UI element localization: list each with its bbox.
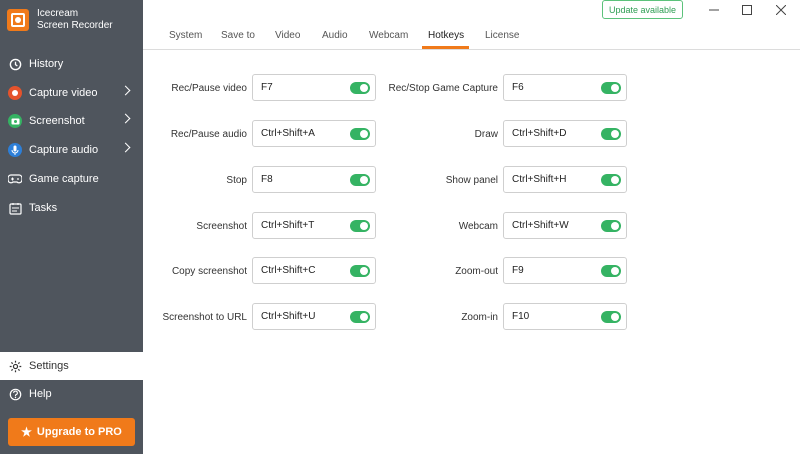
gear-icon (8, 359, 22, 373)
settings-tabs: System Save to Video Audio Webcam Hotkey… (143, 24, 800, 50)
app-logo-icon (7, 9, 29, 31)
hotkey-toggle[interactable] (601, 311, 621, 323)
minimize-button[interactable] (707, 3, 721, 17)
close-button[interactable] (774, 3, 788, 17)
hotkey-value: F7 (261, 82, 273, 93)
sidebar-item-history[interactable]: History (0, 50, 143, 78)
hotkey-toggle[interactable] (601, 82, 621, 94)
hotkey-toggle[interactable] (350, 265, 370, 277)
sidebar-item-label: Settings (29, 360, 69, 372)
hotkey-input-rec-pause-audio[interactable]: Ctrl+Shift+A (252, 120, 376, 147)
star-icon: ★ (21, 425, 32, 439)
hotkey-label: Webcam (458, 221, 498, 232)
hotkey-toggle[interactable] (601, 220, 621, 232)
hotkey-value: F10 (512, 311, 530, 322)
sidebar-item-label: Capture audio (29, 144, 99, 156)
hotkey-input-zoom-out[interactable]: F9 (503, 257, 627, 284)
hotkey-input-draw[interactable]: Ctrl+Shift+D (503, 120, 627, 147)
hotkey-label: Copy screenshot (171, 266, 247, 277)
update-available-button[interactable]: Update available (602, 0, 683, 19)
chevron-right-icon (120, 142, 131, 153)
sidebar-item-help[interactable]: Help (0, 380, 143, 408)
tab-hotkeys[interactable]: Hotkeys (428, 30, 464, 41)
hotkey-toggle[interactable] (601, 265, 621, 277)
sidebar-item-screenshot[interactable]: Screenshot (0, 107, 143, 135)
hotkey-toggle[interactable] (601, 128, 621, 140)
hotkey-input-rec-pause-video[interactable]: F7 (252, 74, 376, 101)
tasks-icon (8, 201, 22, 215)
sidebar-item-label: History (29, 58, 64, 70)
hotkey-input-screenshot[interactable]: Ctrl+Shift+T (252, 212, 376, 239)
gamepad-icon (8, 172, 22, 186)
hotkey-value: F9 (512, 265, 524, 276)
tab-system[interactable]: System (169, 30, 202, 41)
hotkey-label: Draw (474, 129, 498, 140)
hotkey-label: Rec/Pause video (171, 83, 247, 94)
hotkey-input-stop[interactable]: F8 (252, 166, 376, 193)
clock-icon (8, 57, 22, 71)
hotkey-value: F8 (261, 174, 273, 185)
sidebar-item-game-capture[interactable]: Game capture (0, 165, 143, 193)
hotkey-input-show-panel[interactable]: Ctrl+Shift+H (503, 166, 627, 193)
hotkey-toggle[interactable] (350, 128, 370, 140)
hotkey-value: Ctrl+Shift+C (261, 265, 316, 276)
tab-webcam[interactable]: Webcam (369, 30, 408, 41)
tab-audio[interactable]: Audio (322, 30, 348, 41)
maximize-button[interactable] (740, 3, 754, 17)
upgrade-button[interactable]: ★ Upgrade to PRO (8, 418, 135, 446)
upgrade-label: Upgrade to PRO (36, 426, 122, 438)
sidebar: Icecream Screen Recorder History Capture… (0, 0, 143, 454)
app-logo: Icecream Screen Recorder (7, 8, 113, 32)
hotkey-label: Rec/Pause audio (170, 129, 247, 140)
hotkey-label: Zoom-out (455, 266, 498, 277)
hotkey-label: Screenshot (196, 221, 247, 232)
hotkey-value: F6 (512, 82, 524, 93)
hotkey-toggle[interactable] (350, 220, 370, 232)
hotkey-value: Ctrl+Shift+A (261, 128, 315, 139)
help-icon (8, 387, 22, 401)
hotkey-value: Ctrl+Shift+T (261, 220, 315, 231)
sidebar-item-capture-audio[interactable]: Capture audio (0, 136, 143, 164)
app-name-line2: Screen Recorder (37, 20, 113, 31)
chevron-right-icon (120, 113, 131, 124)
hotkey-value: Ctrl+Shift+W (512, 220, 569, 231)
record-icon (8, 86, 22, 100)
hotkey-value: Ctrl+Shift+H (512, 174, 567, 185)
sidebar-item-label: Help (29, 388, 52, 400)
tab-license[interactable]: License (485, 30, 519, 41)
hotkey-label: Zoom-in (461, 312, 498, 323)
camera-icon (8, 114, 22, 128)
hotkey-input-screenshot-to-url[interactable]: Ctrl+Shift+U (252, 303, 376, 330)
hotkey-value: Ctrl+Shift+D (512, 128, 567, 139)
hotkey-label: Rec/Stop Game Capture (388, 83, 499, 94)
hotkey-toggle[interactable] (350, 311, 370, 323)
hotkey-input-rec-stop-game-capture[interactable]: F6 (503, 74, 627, 101)
hotkey-label: Stop (226, 175, 247, 186)
microphone-icon (8, 143, 22, 157)
hotkey-value: Ctrl+Shift+U (261, 311, 316, 322)
active-tab-indicator (422, 46, 469, 49)
sidebar-item-tasks[interactable]: Tasks (0, 194, 143, 222)
tab-video[interactable]: Video (275, 30, 300, 41)
hotkey-label: Show panel (445, 175, 498, 186)
hotkey-toggle[interactable] (350, 82, 370, 94)
sidebar-item-label: Capture video (29, 87, 98, 99)
hotkey-input-copy-screenshot[interactable]: Ctrl+Shift+C (252, 257, 376, 284)
tab-save-to[interactable]: Save to (221, 30, 255, 41)
chevron-right-icon (120, 85, 131, 96)
sidebar-item-label: Screenshot (29, 115, 85, 127)
hotkey-label: Screenshot to URL (162, 312, 248, 323)
hotkey-toggle[interactable] (601, 174, 621, 186)
hotkey-toggle[interactable] (350, 174, 370, 186)
app-name-line1: Icecream (37, 8, 79, 19)
hotkey-input-zoom-in[interactable]: F10 (503, 303, 627, 330)
sidebar-item-label: Game capture (29, 173, 99, 185)
sidebar-item-label: Tasks (29, 202, 58, 214)
hotkey-input-webcam[interactable]: Ctrl+Shift+W (503, 212, 627, 239)
sidebar-item-settings[interactable]: Settings (0, 352, 143, 380)
sidebar-item-capture-video[interactable]: Capture video (0, 79, 143, 107)
